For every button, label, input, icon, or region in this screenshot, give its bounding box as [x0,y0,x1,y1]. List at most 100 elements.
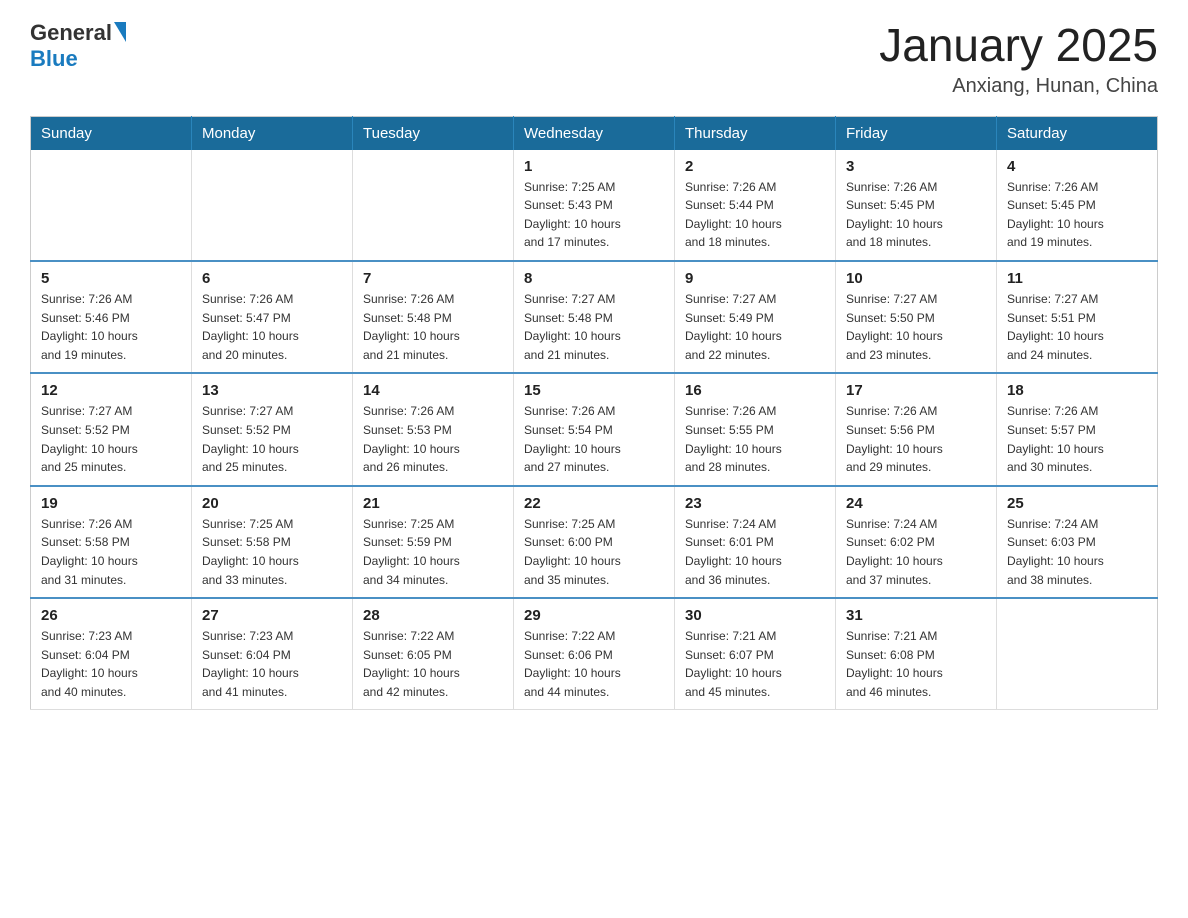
day-info: Sunrise: 7:26 AM Sunset: 5:58 PM Dayligh… [41,515,181,589]
day-info: Sunrise: 7:25 AM Sunset: 5:58 PM Dayligh… [202,515,342,589]
day-number: 21 [363,495,503,512]
calendar-cell: 29 Sunrise: 7:22 AM Sunset: 6:06 PM Dayli… [514,598,675,710]
calendar-cell: 28 Sunrise: 7:22 AM Sunset: 6:05 PM Dayli… [353,598,514,710]
calendar-cell: 27 Sunrise: 7:23 AM Sunset: 6:04 PM Dayli… [192,598,353,710]
day-info: Sunrise: 7:25 AM Sunset: 6:00 PM Dayligh… [524,515,664,589]
calendar-cell: 30 Sunrise: 7:21 AM Sunset: 6:07 PM Dayli… [675,598,836,710]
calendar-cell: 6 Sunrise: 7:26 AM Sunset: 5:47 PM Daylig… [192,261,353,373]
day-number: 27 [202,607,342,624]
header-cell-wednesday: Wednesday [514,116,675,150]
calendar-cell: 2 Sunrise: 7:26 AM Sunset: 5:44 PM Daylig… [675,150,836,261]
header-row: SundayMondayTuesdayWednesdayThursdayFrid… [31,116,1158,150]
day-number: 7 [363,270,503,287]
day-number: 25 [1007,495,1147,512]
calendar-cell: 3 Sunrise: 7:26 AM Sunset: 5:45 PM Daylig… [836,150,997,261]
day-info: Sunrise: 7:25 AM Sunset: 5:43 PM Dayligh… [524,178,664,252]
day-info: Sunrise: 7:22 AM Sunset: 6:05 PM Dayligh… [363,627,503,701]
day-number: 19 [41,495,181,512]
day-number: 11 [1007,270,1147,287]
day-info: Sunrise: 7:26 AM Sunset: 5:55 PM Dayligh… [685,402,825,476]
header-cell-monday: Monday [192,116,353,150]
day-number: 12 [41,382,181,399]
calendar-cell: 31Sunrise: 7:21 AM Sunset: 6:08 PM Dayli… [836,598,997,710]
day-info: Sunrise: 7:24 AM Sunset: 6:02 PM Dayligh… [846,515,986,589]
header-cell-saturday: Saturday [997,116,1158,150]
calendar-cell: 14 Sunrise: 7:26 AM Sunset: 5:53 PM Dayli… [353,373,514,485]
header-cell-thursday: Thursday [675,116,836,150]
day-info: Sunrise: 7:22 AM Sunset: 6:06 PM Dayligh… [524,627,664,701]
day-number: 14 [363,382,503,399]
day-number: 15 [524,382,664,399]
day-number: 30 [685,607,825,624]
calendar-week-3: 19 Sunrise: 7:26 AM Sunset: 5:58 PM Dayli… [31,486,1158,598]
calendar-header: SundayMondayTuesdayWednesdayThursdayFrid… [31,116,1158,150]
calendar-cell: 12Sunrise: 7:27 AM Sunset: 5:52 PM Dayli… [31,373,192,485]
calendar-subtitle: Anxiang, Hunan, China [879,75,1158,98]
day-info: Sunrise: 7:26 AM Sunset: 5:56 PM Dayligh… [846,402,986,476]
calendar-cell: 13 Sunrise: 7:27 AM Sunset: 5:52 PM Dayli… [192,373,353,485]
logo: General [30,20,126,46]
calendar-cell: 20 Sunrise: 7:25 AM Sunset: 5:58 PM Dayli… [192,486,353,598]
day-info: Sunrise: 7:23 AM Sunset: 6:04 PM Dayligh… [41,627,181,701]
day-info: Sunrise: 7:26 AM Sunset: 5:45 PM Dayligh… [846,178,986,252]
day-info: Sunrise: 7:27 AM Sunset: 5:48 PM Dayligh… [524,290,664,364]
calendar-week-4: 26 Sunrise: 7:23 AM Sunset: 6:04 PM Dayli… [31,598,1158,710]
calendar-cell [353,150,514,261]
day-info: Sunrise: 7:24 AM Sunset: 6:01 PM Dayligh… [685,515,825,589]
day-info: Sunrise: 7:23 AM Sunset: 6:04 PM Dayligh… [202,627,342,701]
day-info: Sunrise: 7:27 AM Sunset: 5:52 PM Dayligh… [202,402,342,476]
day-number: 26 [41,607,181,624]
calendar-cell: 15 Sunrise: 7:26 AM Sunset: 5:54 PM Dayli… [514,373,675,485]
day-info: Sunrise: 7:21 AM Sunset: 6:07 PM Dayligh… [685,627,825,701]
day-number: 6 [202,270,342,287]
calendar-cell: 1Sunrise: 7:25 AM Sunset: 5:43 PM Daylig… [514,150,675,261]
day-number: 16 [685,382,825,399]
day-number: 8 [524,270,664,287]
day-number: 28 [363,607,503,624]
logo-general-text: General [30,20,112,46]
day-info: Sunrise: 7:26 AM Sunset: 5:44 PM Dayligh… [685,178,825,252]
calendar-table: SundayMondayTuesdayWednesdayThursdayFrid… [30,116,1158,711]
calendar-cell: 4 Sunrise: 7:26 AM Sunset: 5:45 PM Daylig… [997,150,1158,261]
calendar-cell: 10 Sunrise: 7:27 AM Sunset: 5:50 PM Dayli… [836,261,997,373]
calendar-cell: 21Sunrise: 7:25 AM Sunset: 5:59 PM Dayli… [353,486,514,598]
calendar-cell [192,150,353,261]
calendar-cell: 26 Sunrise: 7:23 AM Sunset: 6:04 PM Dayli… [31,598,192,710]
day-info: Sunrise: 7:26 AM Sunset: 5:54 PM Dayligh… [524,402,664,476]
day-number: 22 [524,495,664,512]
day-info: Sunrise: 7:26 AM Sunset: 5:45 PM Dayligh… [1007,178,1147,252]
logo-triangle-icon [114,22,126,42]
day-info: Sunrise: 7:27 AM Sunset: 5:50 PM Dayligh… [846,290,986,364]
calendar-cell: 11 Sunrise: 7:27 AM Sunset: 5:51 PM Dayli… [997,261,1158,373]
day-number: 17 [846,382,986,399]
calendar-body: 1Sunrise: 7:25 AM Sunset: 5:43 PM Daylig… [31,150,1158,710]
day-info: Sunrise: 7:21 AM Sunset: 6:08 PM Dayligh… [846,627,986,701]
logo-area: General Blue [30,20,126,72]
calendar-cell: 8 Sunrise: 7:27 AM Sunset: 5:48 PM Daylig… [514,261,675,373]
calendar-cell: 25 Sunrise: 7:24 AM Sunset: 6:03 PM Dayli… [997,486,1158,598]
header-cell-sunday: Sunday [31,116,192,150]
day-number: 23 [685,495,825,512]
day-number: 2 [685,158,825,175]
calendar-cell: 24Sunrise: 7:24 AM Sunset: 6:02 PM Dayli… [836,486,997,598]
day-info: Sunrise: 7:27 AM Sunset: 5:49 PM Dayligh… [685,290,825,364]
day-number: 3 [846,158,986,175]
day-number: 4 [1007,158,1147,175]
logo-blue-text: Blue [30,46,78,72]
day-number: 29 [524,607,664,624]
day-info: Sunrise: 7:24 AM Sunset: 6:03 PM Dayligh… [1007,515,1147,589]
day-number: 5 [41,270,181,287]
calendar-week-2: 12 Sunrise: 7:27 AM Sunset: 5:52 PM Dayli… [31,373,1158,485]
day-number: 20 [202,495,342,512]
day-number: 10 [846,270,986,287]
day-number: 18 [1007,382,1147,399]
calendar-cell: 7Sunrise: 7:26 AM Sunset: 5:48 PM Daylig… [353,261,514,373]
calendar-cell: 23 Sunrise: 7:24 AM Sunset: 6:01 PM Dayli… [675,486,836,598]
calendar-title: January 2025 [879,20,1158,71]
day-info: Sunrise: 7:27 AM Sunset: 5:51 PM Dayligh… [1007,290,1147,364]
calendar-cell [997,598,1158,710]
day-info: Sunrise: 7:26 AM Sunset: 5:53 PM Dayligh… [363,402,503,476]
day-number: 13 [202,382,342,399]
calendar-week-0: 1Sunrise: 7:25 AM Sunset: 5:43 PM Daylig… [31,150,1158,261]
day-info: Sunrise: 7:26 AM Sunset: 5:47 PM Dayligh… [202,290,342,364]
